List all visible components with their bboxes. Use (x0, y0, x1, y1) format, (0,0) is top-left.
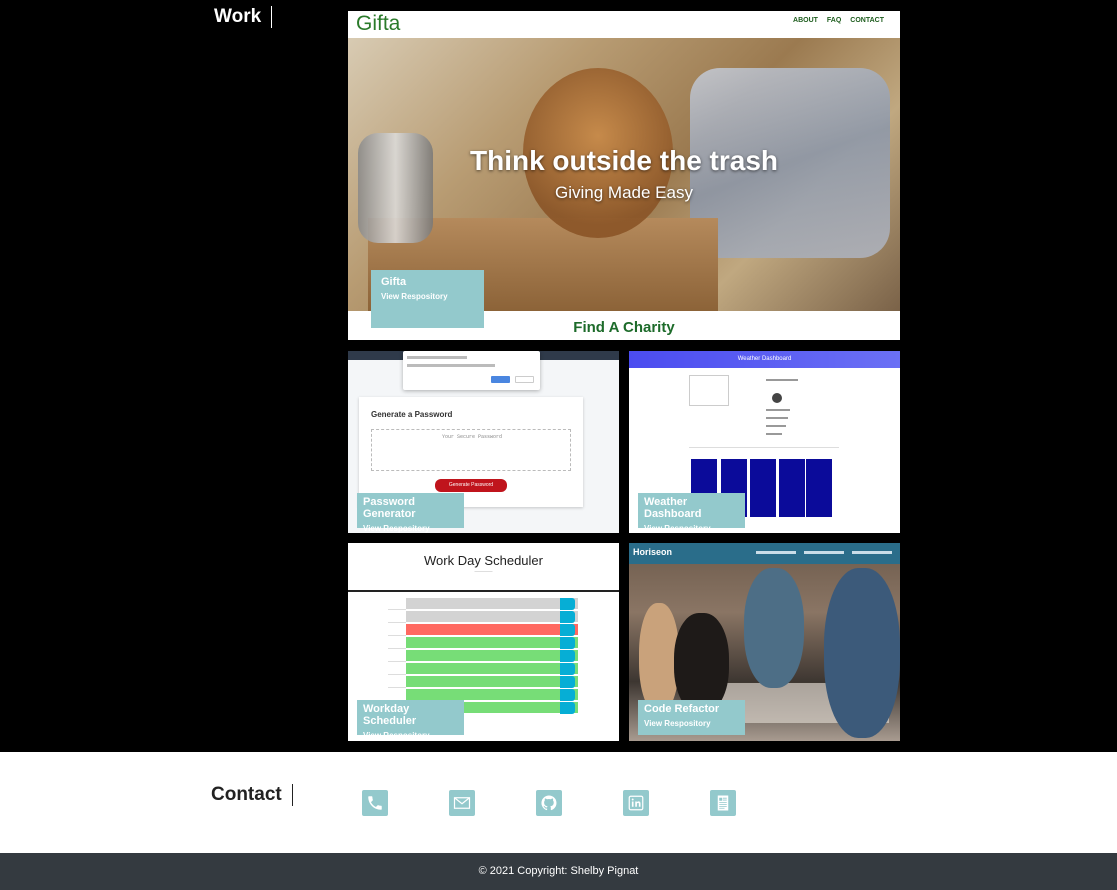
refactor-preview-person (674, 613, 729, 713)
workday-preview-hour (388, 598, 406, 610)
workday-preview-hour (388, 637, 406, 649)
project-title-weather: Weather Dashboard (644, 496, 702, 520)
workday-preview-hour (388, 650, 406, 662)
gifta-preview-logo: Gifta (356, 12, 401, 35)
workday-preview-save-icon (560, 637, 575, 649)
pw-preview-generate-button: Generate Password (435, 479, 507, 492)
refactor-preview-person (639, 603, 679, 713)
refactor-preview-link (756, 551, 796, 554)
work-heading: Work (214, 6, 273, 28)
pw-alert-ok-button (491, 376, 510, 383)
phone-icon[interactable] (362, 790, 388, 816)
weather-preview-line (766, 417, 788, 419)
weather-preview-line (766, 379, 798, 381)
weather-forecast-card (806, 459, 832, 517)
project-link-weather[interactable]: View Respository (644, 524, 739, 533)
gifta-preview-hero-subtitle: Giving Made Easy (555, 183, 693, 202)
contact-section: Contact (0, 752, 1117, 853)
project-password-generator[interactable]: Generate a Password Your Secure Password… (348, 351, 619, 533)
weather-preview-line (766, 433, 782, 435)
workday-preview-save-icon (560, 663, 575, 675)
weather-forecast-card (750, 459, 776, 517)
refactor-preview-person (824, 568, 900, 738)
workday-preview-hour (388, 611, 406, 623)
project-title-gifta: Gifta (381, 276, 407, 288)
workday-preview-save-icon (560, 650, 575, 662)
project-title-password: Password Generator (363, 496, 416, 520)
workday-preview-row (406, 663, 578, 675)
project-weather-dashboard[interactable]: Weather Dashboard Weather Dashboard View… (629, 351, 900, 533)
workday-preview-row (406, 676, 578, 688)
project-title-workday: Workday Scheduler (363, 703, 417, 727)
workday-preview-header: Work Day Scheduler (424, 553, 543, 568)
refactor-preview-link (804, 551, 844, 554)
workday-preview-save-icon (560, 624, 575, 636)
copyright-text: © 2021 Copyright: Shelby Pignat (478, 865, 639, 877)
workday-preview-row (406, 611, 578, 623)
workday-preview-save-icon (560, 676, 575, 688)
project-link-password[interactable]: View Respository (363, 524, 458, 533)
weather-preview-line (766, 425, 786, 427)
project-label-weather: Weather Dashboard View Respository (638, 493, 745, 533)
weather-preview-header: Weather Dashboard (629, 351, 900, 368)
gifta-preview-hero-title: Think outside the trash (469, 145, 779, 176)
workday-preview-row (406, 637, 578, 649)
github-icon[interactable] (536, 790, 562, 816)
gifta-preview-link-contact: CONTACT (850, 17, 884, 24)
email-icon[interactable] (449, 790, 475, 816)
project-label-workday: Workday Scheduler View Respository (357, 700, 464, 740)
project-label-gifta: Gifta View Respository (371, 270, 484, 328)
project-link-gifta[interactable]: View Respository (381, 292, 474, 301)
weather-forecast-card (779, 459, 805, 517)
workday-preview-save-icon (560, 598, 575, 610)
project-workday-scheduler[interactable]: Work Day Scheduler —————— Workday Schedu… (348, 543, 619, 741)
weather-preview-search (689, 375, 729, 406)
project-code-refactor[interactable]: Horiseon Code Refactor View Respository (629, 543, 900, 741)
project-title-refactor: Code Refactor (644, 703, 720, 715)
weather-preview-line (766, 409, 790, 411)
refactor-preview-nav: Horiseon (629, 543, 900, 564)
linkedin-icon[interactable] (623, 790, 649, 816)
workday-preview-save-icon (560, 611, 575, 623)
gifta-preview-link-faq: FAQ (826, 17, 842, 24)
pw-alert-line (407, 364, 495, 367)
contact-heading: Contact (211, 784, 293, 806)
pw-preview-card-title: Generate a Password (371, 410, 453, 419)
workday-preview-save-icon (560, 702, 575, 714)
gifta-preview-nav: Gifta ABOUT FAQ CONTACT (348, 11, 900, 38)
pw-alert-cancel-button (515, 376, 534, 383)
workday-preview-row (406, 598, 578, 610)
workday-preview-save-icon (560, 689, 575, 701)
workday-preview-subtitle: —————— (474, 569, 493, 573)
project-link-refactor[interactable]: View Respository (644, 719, 739, 728)
pw-preview-textarea: Your Secure Password (371, 429, 571, 471)
refactor-preview-person (744, 568, 804, 688)
workday-preview-divider (348, 590, 619, 592)
refactor-preview-links (756, 551, 892, 554)
project-gifta[interactable]: Gifta ABOUT FAQ CONTACT Think outside th… (348, 11, 900, 340)
footer: © 2021 Copyright: Shelby Pignat (0, 853, 1117, 890)
pw-preview-card: Generate a Password Your Secure Password… (359, 397, 583, 507)
refactor-preview-link (852, 551, 892, 554)
weather-preview-divider (689, 447, 839, 448)
pw-preview-placeholder: Your Secure Password (441, 434, 502, 440)
workday-preview-row (406, 624, 578, 636)
project-label-password: Password Generator View Respository (357, 493, 464, 533)
project-label-refactor: Code Refactor View Respository (638, 700, 745, 735)
resume-icon[interactable] (710, 790, 736, 816)
workday-preview-hour (388, 663, 406, 675)
work-section: Work Gifta ABOUT FAQ CONTACT Think outsi… (0, 0, 1117, 752)
gifta-preview-links: ABOUT FAQ CONTACT (793, 17, 884, 24)
pw-alert-line (407, 356, 467, 359)
workday-preview-hour (388, 676, 406, 688)
refactor-preview-brand: Horiseon (633, 547, 673, 557)
pw-preview-alert (403, 351, 540, 390)
project-link-workday[interactable]: View Respository (363, 731, 458, 740)
gifta-preview-link-about: ABOUT (793, 17, 818, 24)
weather-preview-icon (772, 393, 782, 403)
workday-preview-hour (388, 624, 406, 636)
workday-preview-row (406, 650, 578, 662)
